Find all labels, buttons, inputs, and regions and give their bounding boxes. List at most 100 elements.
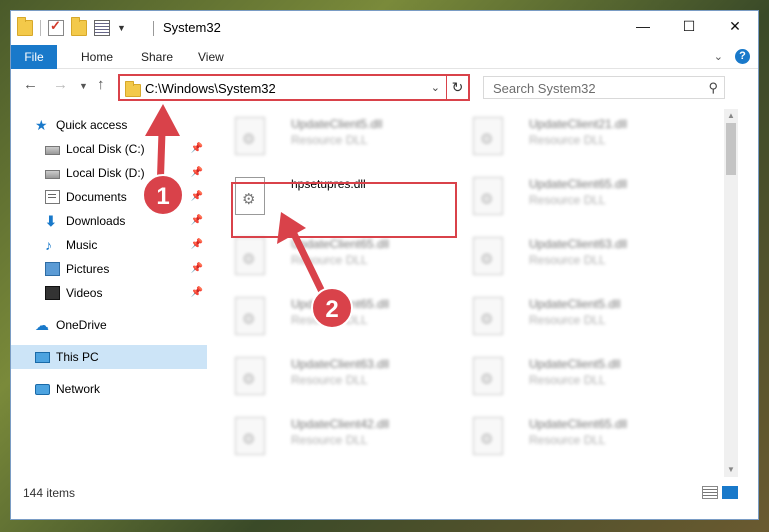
new-folder-icon[interactable] (71, 17, 87, 36)
refresh-icon[interactable]: ↻ (446, 76, 468, 99)
search-input[interactable]: Search System32 ⚲ (483, 76, 725, 99)
address-bar[interactable]: C:\Windows\System32 ⌄ ↻ (118, 74, 470, 101)
tab-view[interactable]: View (198, 45, 224, 69)
file-name: UpdateClient65.dll (529, 177, 628, 191)
large-icons-view-icon[interactable] (722, 486, 738, 499)
network-icon (35, 383, 50, 395)
file-tile[interactable]: UpdateClient65.dll Resource DLL (455, 171, 665, 221)
dll-file-icon (473, 417, 503, 455)
file-tile[interactable]: UpdateClient65.dll Resource DLL (455, 411, 665, 461)
scroll-up-arrow-icon[interactable]: ▲ (724, 109, 738, 123)
dll-file-icon (235, 417, 265, 455)
sidebar-item-videos[interactable]: Videos 📌 (11, 281, 207, 305)
customize-toolbar-dropdown-icon[interactable]: ▼ (117, 23, 126, 33)
pc-monitor-icon (35, 351, 50, 363)
sidebar-item-label: Music (66, 238, 98, 252)
file-list: UpdateClient5.dll Resource DLL hpsetupre… (207, 107, 723, 479)
pin-icon[interactable]: 📌 (191, 143, 203, 154)
expand-ribbon-chevron-icon[interactable]: ⌄ (714, 50, 723, 63)
sidebar-item-onedrive[interactable]: ☁ OneDrive (11, 313, 207, 337)
file-name: UpdateClient5.dll (529, 357, 621, 371)
pin-icon[interactable]: 📌 (191, 239, 203, 250)
file-name: UpdateClient63.dll (291, 357, 390, 371)
title-bar: ▼ System32 — ☐ ✕ (11, 11, 758, 45)
folder-icon[interactable] (17, 17, 33, 36)
scroll-thumb[interactable] (726, 123, 736, 175)
sidebar-item-label: Documents (66, 190, 127, 204)
pin-icon[interactable]: 📌 (191, 167, 203, 178)
dll-file-icon (235, 117, 265, 155)
close-button[interactable]: ✕ (712, 11, 758, 41)
file-name: UpdateClient65.dll (291, 237, 390, 251)
file-type: Resource DLL (291, 373, 368, 387)
dll-file-icon (473, 237, 503, 275)
pin-icon[interactable]: 📌 (191, 191, 203, 202)
sidebar-item-label: Local Disk (D:) (66, 166, 145, 180)
star-icon: ★ (35, 117, 48, 133)
file-tile[interactable]: UpdateClient5.dll Resource DLL (455, 351, 665, 401)
sidebar-item-local-disk-c[interactable]: Local Disk (C:) 📌 (11, 137, 207, 161)
file-tile[interactable]: UpdateClient63.dll Resource DLL (217, 351, 427, 401)
sidebar-item-pictures[interactable]: Pictures 📌 (11, 257, 207, 281)
back-arrow-icon[interactable]: ← (23, 76, 38, 93)
sidebar-item-music[interactable]: ♪ Music 📌 (11, 233, 207, 257)
file-tile[interactable]: UpdateClient5.dll Resource DLL (455, 291, 665, 341)
pin-icon[interactable]: 📌 (191, 215, 203, 226)
pin-icon[interactable]: 📌 (191, 287, 203, 298)
sidebar-item-label: Downloads (66, 214, 126, 228)
up-arrow-icon[interactable]: ↑ (97, 76, 105, 93)
sidebar-item-label: OneDrive (56, 318, 107, 332)
status-bar: 144 items (11, 481, 758, 505)
sidebar-item-quick-access[interactable]: ★ Quick access (11, 113, 207, 137)
address-path[interactable]: C:\Windows\System32 (145, 81, 276, 96)
file-name: UpdateClient5.dll (291, 117, 383, 131)
forward-arrow-icon[interactable]: → (53, 76, 68, 93)
navigation-bar: ← → ▼ ↑ C:\Windows\System32 ⌄ ↻ Search S… (11, 71, 758, 103)
file-type: Resource DLL (529, 313, 606, 327)
tab-home[interactable]: Home (81, 45, 113, 69)
drive-icon (45, 170, 60, 179)
minimize-button[interactable]: — (620, 11, 666, 41)
quick-access-toolbar: ▼ (17, 17, 126, 36)
tab-share[interactable]: Share (141, 45, 173, 69)
sidebar-item-label: Local Disk (C:) (66, 142, 145, 156)
drive-icon (45, 146, 60, 155)
address-dropdown-icon[interactable]: ⌄ (431, 81, 440, 94)
help-icon[interactable]: ? (735, 49, 750, 64)
dll-file-icon (235, 297, 265, 335)
dll-file-icon (473, 177, 503, 215)
recent-locations-chevron-icon[interactable]: ▼ (79, 81, 88, 91)
window-controls: — ☐ ✕ (620, 11, 758, 41)
search-icon[interactable]: ⚲ (708, 80, 718, 96)
search-placeholder: Search System32 (493, 81, 596, 96)
vertical-scrollbar[interactable]: ▲ ▼ (724, 109, 738, 477)
tab-file[interactable]: File (11, 45, 57, 69)
maximize-button[interactable]: ☐ (666, 11, 712, 41)
details-view-icon[interactable] (702, 486, 718, 499)
pin-icon[interactable]: 📌 (191, 263, 203, 274)
file-tile[interactable]: UpdateClient42.dll Resource DLL (217, 411, 427, 461)
sidebar-item-this-pc[interactable]: This PC (11, 345, 207, 369)
file-name: UpdateClient63.dll (529, 237, 628, 251)
view-toggle (702, 486, 738, 499)
file-explorer-window: ▼ System32 — ☐ ✕ File Home Share View ⌄ … (10, 10, 759, 520)
sidebar-item-label: Videos (66, 286, 103, 300)
window-title: System32 (163, 20, 221, 35)
file-type: Resource DLL (291, 433, 368, 447)
file-type: Resource DLL (529, 433, 606, 447)
pictures-icon (45, 262, 60, 276)
properties-check-icon[interactable] (48, 18, 64, 36)
videos-icon (45, 286, 60, 300)
file-tile[interactable]: UpdateClient63.dll Resource DLL (455, 231, 665, 281)
file-type: Resource DLL (291, 133, 368, 147)
sidebar-item-network[interactable]: Network (11, 377, 207, 401)
documents-icon (45, 190, 60, 204)
view-properties-icon[interactable] (94, 20, 110, 36)
folder-icon (125, 81, 141, 97)
file-tile[interactable]: UpdateClient21.dll Resource DLL (455, 111, 665, 161)
sidebar-item-downloads[interactable]: ⬇ Downloads 📌 (11, 209, 207, 233)
ribbon-tabs: File Home Share View ⌄ ? (11, 45, 758, 69)
file-tile[interactable]: UpdateClient65.dll Resource DLL (217, 231, 427, 281)
file-tile[interactable]: UpdateClient5.dll Resource DLL (217, 111, 427, 161)
scroll-down-arrow-icon[interactable]: ▼ (724, 463, 738, 477)
